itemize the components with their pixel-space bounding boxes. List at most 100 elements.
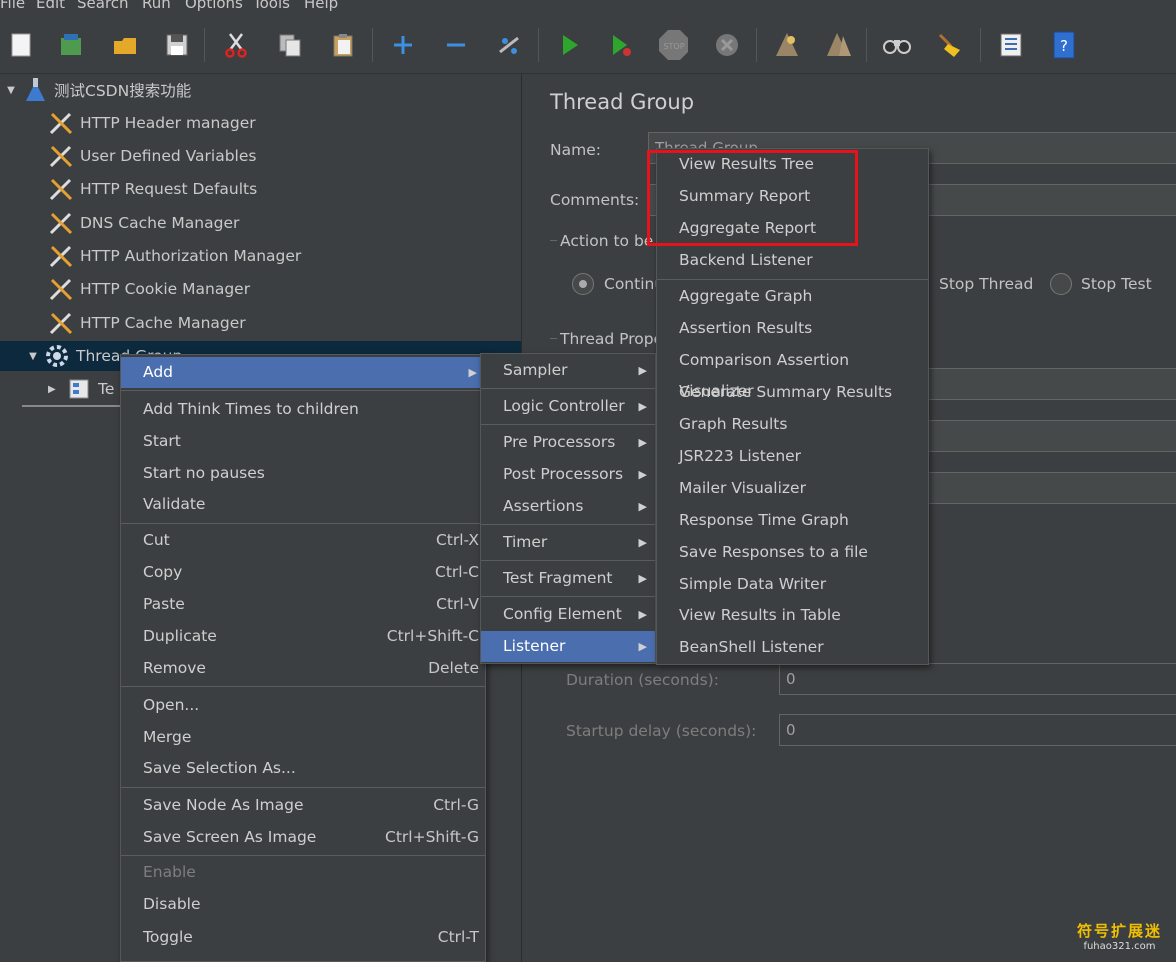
paste-icon[interactable] <box>328 30 358 60</box>
submenu-pre-processors[interactable]: Pre Processors ▶ <box>481 427 655 458</box>
tree-item[interactable]: HTTP Authorization Manager <box>48 241 301 271</box>
listener-view-results-in-table[interactable]: View Results in Table <box>657 600 928 631</box>
listener-response-time-graph[interactable]: Response Time Graph <box>657 505 928 536</box>
chevron-right-icon: ▶ <box>638 468 647 481</box>
menu-remove[interactable]: Remove Delete <box>121 653 485 684</box>
menu-add-think-times[interactable]: Add Think Times to children <box>121 394 485 425</box>
menu-search[interactable]: Search <box>77 0 129 12</box>
menu-toggle[interactable]: Toggle Ctrl-T <box>121 922 485 953</box>
menu-run[interactable]: Run <box>142 0 171 12</box>
tree-item[interactable]: User Defined Variables <box>48 141 256 171</box>
stop-thread-label: Stop Thread <box>939 275 1034 293</box>
cut-icon[interactable] <box>221 30 251 60</box>
submenu-test-fragment[interactable]: Test Fragment ▶ <box>481 563 655 594</box>
clear-icon[interactable] <box>772 30 802 60</box>
startup-delay-field[interactable]: 0 <box>779 714 1176 746</box>
menu-paste[interactable]: Paste Ctrl-V <box>121 589 485 620</box>
tree-item[interactable]: HTTP Request Defaults <box>48 174 257 204</box>
listener-simple-data-writer[interactable]: Simple Data Writer <box>657 569 928 600</box>
listener-beanshell[interactable]: BeanShell Listener <box>657 632 928 663</box>
menu-start-no-pauses[interactable]: Start no pauses <box>121 458 485 489</box>
menu-edit[interactable]: Edit <box>36 0 65 12</box>
tree-root[interactable]: ▼ 测试CSDN搜索功能 <box>0 75 191 105</box>
continue-radio[interactable] <box>572 273 594 295</box>
wrench-icon <box>48 110 74 136</box>
listener-backend-listener[interactable]: Backend Listener <box>657 245 928 276</box>
submenu-logic-controller[interactable]: Logic Controller ▶ <box>481 391 655 422</box>
listener-save-responses[interactable]: Save Responses to a file <box>657 537 928 568</box>
menu-add[interactable]: Add ▶ <box>121 357 485 388</box>
menu-open[interactable]: Open... <box>121 690 485 721</box>
start-no-pauses-icon[interactable] <box>606 30 636 60</box>
listener-graph-results[interactable]: Graph Results <box>657 409 928 440</box>
function-helper-icon[interactable] <box>996 30 1026 60</box>
menu-merge[interactable]: Merge <box>121 722 485 753</box>
listener-mailer-visualizer[interactable]: Mailer Visualizer <box>657 473 928 504</box>
menu-file[interactable]: File <box>0 0 25 12</box>
wrench-icon <box>48 210 74 236</box>
tree-item-label: HTTP Header manager <box>80 114 256 132</box>
menu-save-selection[interactable]: Save Selection As... <box>121 753 485 784</box>
wrench-icon <box>48 310 74 336</box>
open-icon[interactable] <box>110 30 140 60</box>
loop-count-field[interactable] <box>924 472 1176 504</box>
chevron-right-icon: ▶ <box>638 572 647 585</box>
shutdown-icon[interactable] <box>712 30 742 60</box>
svg-text:?: ? <box>1060 37 1068 55</box>
menu-duplicate[interactable]: Duplicate Ctrl+Shift-C <box>121 621 485 652</box>
menu-start[interactable]: Start <box>121 426 485 457</box>
context-menu: Add ▶ Add Think Times to children Start S… <box>120 354 486 962</box>
listener-jsr223[interactable]: JSR223 Listener <box>657 441 928 472</box>
help-icon[interactable]: ? <box>1049 30 1079 60</box>
templates-icon[interactable] <box>56 30 86 60</box>
submenu-post-processors[interactable]: Post Processors ▶ <box>481 459 655 490</box>
ramp-up-field[interactable] <box>924 420 1176 452</box>
menu-help[interactable]: Help <box>304 0 338 12</box>
menu-disable[interactable]: Disable <box>121 889 485 920</box>
toggle-icon[interactable] <box>494 30 524 60</box>
wrench-icon <box>48 276 74 302</box>
expand-icon[interactable] <box>388 30 418 60</box>
listener-generate-summary-results[interactable]: Generate Summary Results <box>657 377 928 408</box>
tree-item[interactable]: DNS Cache Manager <box>48 208 239 238</box>
menu-save-node-image[interactable]: Save Node As Image Ctrl-G <box>121 790 485 821</box>
save-icon[interactable] <box>162 30 192 60</box>
listener-assertion-results[interactable]: Assertion Results <box>657 313 928 344</box>
duration-field[interactable]: 0 <box>779 663 1176 695</box>
menu-save-screen-image[interactable]: Save Screen As Image Ctrl+Shift-G <box>121 822 485 853</box>
submenu-sampler[interactable]: Sampler ▶ <box>481 355 655 386</box>
tree-item[interactable]: HTTP Cookie Manager <box>48 274 250 304</box>
menu-validate[interactable]: Validate <box>121 489 485 520</box>
reset-search-icon[interactable] <box>934 30 964 60</box>
stop-icon[interactable]: STOP <box>658 30 688 60</box>
menu-options[interactable]: Options <box>185 0 243 12</box>
add-submenu: Sampler ▶ Logic Controller ▶ Pre Processor… <box>480 353 656 664</box>
submenu-timer[interactable]: Timer ▶ <box>481 527 655 558</box>
chevron-right-icon: ▶ <box>638 640 647 653</box>
expand-arrow-icon[interactable]: ▼ <box>0 85 22 96</box>
listener-comparison-assertion-visualizer[interactable]: Comparison Assertion Visualizer <box>657 345 928 400</box>
listener-aggregate-graph[interactable]: Aggregate Graph <box>657 281 928 312</box>
collapse-icon[interactable] <box>441 30 471 60</box>
menu-copy[interactable]: Copy Ctrl-C <box>121 557 485 588</box>
tree-item[interactable]: HTTP Cache Manager <box>48 308 246 338</box>
start-icon[interactable] <box>554 30 584 60</box>
expand-arrow-icon[interactable]: ▶ <box>48 384 66 395</box>
search-icon[interactable] <box>882 30 912 60</box>
copy-icon[interactable] <box>275 30 305 60</box>
submenu-config-element[interactable]: Config Element ▶ <box>481 599 655 630</box>
new-icon[interactable] <box>6 30 36 60</box>
startup-delay-label: Startup delay (seconds): <box>566 722 757 740</box>
menu-cut[interactable]: Cut Ctrl-X <box>121 525 485 556</box>
submenu-listener[interactable]: Listener ▶ <box>481 631 655 662</box>
chevron-right-icon: ▶ <box>638 436 647 449</box>
num-threads-field[interactable] <box>924 368 1176 400</box>
menu-tools[interactable]: Tools <box>253 0 290 12</box>
tree-item[interactable]: ▶ Te <box>48 374 114 404</box>
stop-test-radio[interactable] <box>1050 273 1072 295</box>
tree-item[interactable]: HTTP Header manager <box>48 108 256 138</box>
chevron-right-icon: ▶ <box>638 400 647 413</box>
expand-arrow-icon[interactable]: ▼ <box>22 351 44 362</box>
submenu-assertions[interactable]: Assertions ▶ <box>481 491 655 522</box>
clear-all-icon[interactable] <box>824 30 854 60</box>
